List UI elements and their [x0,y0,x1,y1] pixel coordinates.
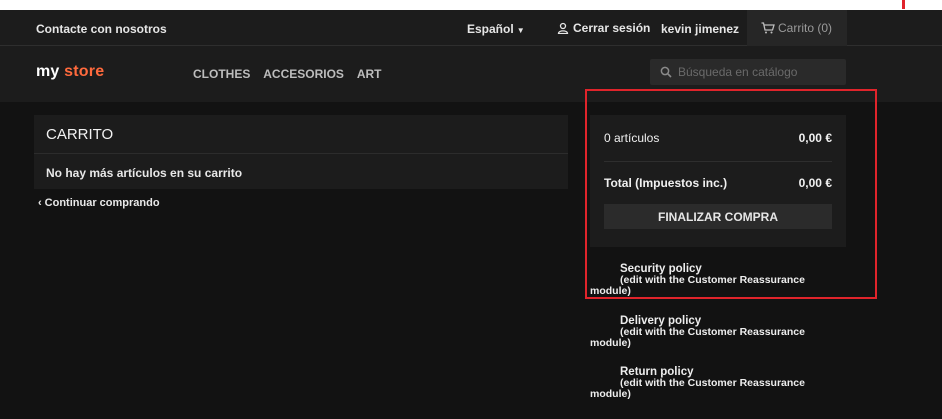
username[interactable]: kevin jimenez [661,22,739,36]
language-label: Español [467,22,514,36]
chevron-left-icon: ‹ [38,197,42,209]
cart-title: CARRITO [46,126,114,143]
caret-down-icon: ▼ [516,26,525,35]
nav-item-art[interactable]: ART [357,67,382,81]
nav-item-accesorios[interactable]: ACCESORIOS [263,67,344,81]
nav-item-clothes[interactable]: CLOTHES [193,67,250,81]
logo-text-1: my [36,63,65,80]
search-icon[interactable] [660,66,672,78]
annotation-mark [902,0,905,9]
annotation-highlight-box [585,89,877,299]
logo-text-2: store [64,63,105,80]
search-input[interactable] [678,64,838,80]
reassurance-return: Return policy (edit with the Customer Re… [590,366,840,400]
cart-panel: CARRITO No hay más artículos en su carri… [34,115,568,189]
user-icon [557,22,569,35]
cart-button-label: Carrito (0) [778,21,833,35]
contact-link[interactable]: Contacte con nosotros [36,22,167,36]
cart-icon [761,22,775,34]
continue-label: Continuar comprando [44,197,160,209]
store-logo[interactable]: my store [36,63,104,81]
header-top-bar: Contacte con nosotros Español ▼ Cerrar se… [0,10,942,46]
cart-divider [34,153,568,154]
language-selector[interactable]: Español ▼ [467,22,525,36]
reassurance-desc-end: module) [590,388,631,400]
logout-link[interactable]: Cerrar sesión [557,21,650,35]
logout-label: Cerrar sesión [573,21,651,35]
top-strip [0,0,942,10]
reassurance-desc-end: module) [590,337,631,349]
reassurance-delivery: Delivery policy (edit with the Customer … [590,315,840,349]
main-nav: CLOTHES ACCESORIOS ART [193,67,391,81]
cart-empty-message: No hay más artículos en su carrito [46,166,243,180]
cart-button[interactable]: Carrito (0) [747,10,847,46]
continue-shopping-link[interactable]: ‹ Continuar comprando [38,197,160,209]
search-box [650,59,846,85]
